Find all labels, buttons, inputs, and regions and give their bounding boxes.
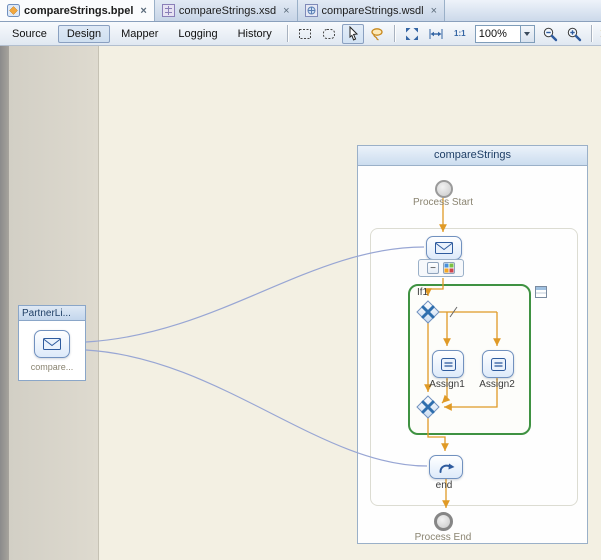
design-view-button[interactable]: Design	[58, 25, 110, 43]
process-title[interactable]: compareStrings	[358, 146, 587, 166]
zoom-combobox	[475, 25, 535, 43]
tab-close-icon[interactable]: ×	[283, 6, 289, 16]
assign2-label: Assign2	[467, 379, 527, 390]
history-view-button[interactable]: History	[229, 25, 281, 43]
bpel-designer-window: compareStrings.bpel × compareStrings.xsd…	[0, 0, 601, 560]
marquee-select-button[interactable]	[294, 24, 316, 44]
source-view-button[interactable]: Source	[3, 25, 56, 43]
fit-diagram-button[interactable]	[401, 24, 423, 44]
tab-comparestrings-wsdl[interactable]: compareStrings.wsdl ×	[298, 0, 446, 21]
envelope-icon	[43, 338, 61, 350]
process-start-label: Process Start	[395, 197, 491, 208]
editor-tab-bar: compareStrings.bpel × compareStrings.xsd…	[0, 0, 601, 22]
xsd-file-icon	[162, 4, 175, 17]
lasso-icon	[369, 26, 385, 42]
tab-close-icon[interactable]: ×	[140, 6, 146, 16]
toolbar-separator	[394, 25, 395, 42]
toolbar-separator	[591, 25, 592, 42]
pointer-tool-button[interactable]	[342, 24, 364, 44]
reply-end-activity[interactable]	[429, 455, 463, 479]
chevron-down-icon	[524, 32, 530, 36]
zoom-in-button[interactable]	[563, 24, 585, 44]
mapper-view-button[interactable]: Mapper	[112, 25, 167, 43]
tab-label: compareStrings.xsd	[179, 5, 276, 17]
palette-button[interactable]	[443, 262, 455, 274]
wsdl-file-icon	[305, 4, 318, 17]
actual-size-icon: 1:1	[454, 29, 466, 38]
canvas-left-margin	[9, 46, 99, 560]
canvas-left-edge	[0, 46, 9, 560]
process-start-event[interactable]	[435, 180, 453, 198]
envelope-icon	[435, 242, 453, 254]
tab-label: compareStrings.bpel	[24, 5, 133, 17]
partnerlink-operation[interactable]	[34, 330, 70, 358]
zoom-input[interactable]	[475, 25, 520, 43]
assign2-activity[interactable]	[482, 350, 514, 378]
process-end-event[interactable]	[434, 512, 453, 531]
actual-size-button[interactable]: 1:1	[449, 24, 471, 44]
marquee-rounded-icon	[321, 26, 337, 42]
fit-width-button[interactable]	[425, 24, 447, 44]
marquee-rounded-select-button[interactable]	[318, 24, 340, 44]
activity-mini-toolbar: −	[418, 259, 464, 277]
logging-view-button[interactable]: Logging	[169, 25, 226, 43]
end-label: end	[414, 480, 474, 491]
marquee-select-icon	[297, 26, 313, 42]
bpel-file-icon	[7, 4, 20, 17]
assign-icon	[491, 358, 506, 371]
zoom-dropdown-button[interactable]	[520, 25, 535, 43]
design-canvas[interactable]: compareStrings If1	[0, 46, 601, 560]
receive-activity[interactable]	[426, 236, 462, 260]
partnerlink-box[interactable]: PartnerLi... compare...	[18, 305, 86, 381]
fit-diagram-icon	[404, 26, 420, 42]
partnerlink-title: PartnerLi...	[19, 306, 85, 321]
lasso-tool-button[interactable]	[366, 24, 388, 44]
zoom-out-button[interactable]	[539, 24, 561, 44]
pointer-icon	[345, 26, 361, 42]
tab-close-icon[interactable]: ×	[431, 6, 437, 16]
toolbar-separator	[287, 25, 288, 42]
designer-toolbar: Source Design Mapper Logging History	[0, 22, 601, 46]
zoom-out-icon	[542, 26, 558, 42]
assign-icon	[441, 358, 456, 371]
if-label: If1	[417, 287, 428, 298]
palette-icon	[444, 263, 454, 273]
fit-width-icon	[428, 26, 444, 42]
tab-comparestrings-xsd[interactable]: compareStrings.xsd ×	[155, 0, 298, 21]
reply-arrow-icon	[437, 461, 455, 474]
process-end-label: Process End	[395, 532, 491, 543]
tab-label: compareStrings.wsdl	[322, 5, 424, 17]
zoom-in-icon	[566, 26, 582, 42]
partnerlink-caption: compare...	[31, 362, 74, 372]
tab-comparestrings-bpel[interactable]: compareStrings.bpel ×	[0, 0, 155, 21]
collapse-button[interactable]: −	[427, 262, 439, 274]
assign1-activity[interactable]	[432, 350, 464, 378]
mapper-badge-icon[interactable]	[535, 286, 547, 298]
